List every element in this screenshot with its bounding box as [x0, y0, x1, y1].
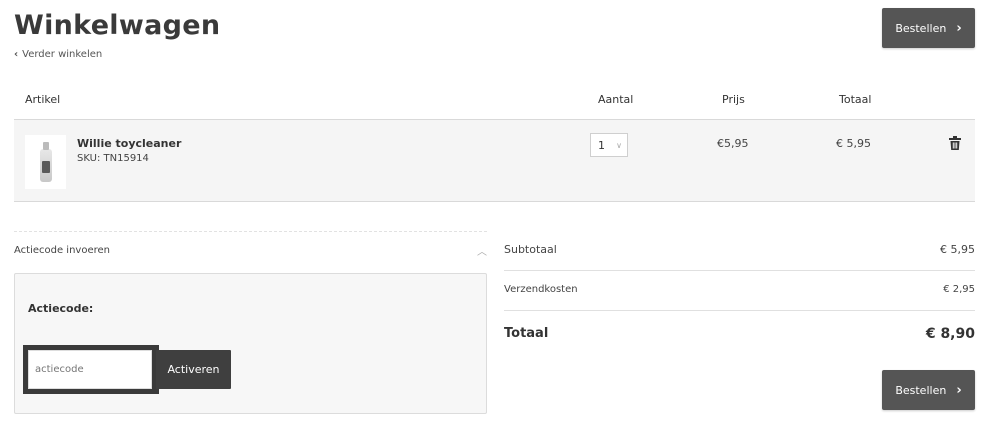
column-header-total: Totaal	[839, 93, 872, 106]
chevron-up-icon: ︿	[477, 247, 487, 258]
continue-shopping-label: Verder winkelen	[22, 49, 103, 60]
order-button-label: Bestellen	[895, 21, 947, 35]
total-row: Totaal € 8,90	[504, 311, 975, 351]
cart-table-header: Artikel Aantal Prijs Totaal	[14, 86, 975, 120]
trash-icon[interactable]	[949, 136, 961, 150]
chevron-right-icon: ›	[956, 20, 962, 36]
column-header-article: Artikel	[25, 93, 61, 106]
promo-input-highlight	[23, 345, 159, 394]
order-button-label: Bestellen	[895, 383, 947, 397]
promo-code-panel: Actiecode: Activeren	[14, 273, 487, 414]
total-value: € 8,90	[925, 326, 975, 342]
shipping-row: Verzendkosten € 2,95	[504, 271, 975, 311]
column-header-price: Prijs	[722, 93, 745, 106]
chevron-left-icon: ‹	[14, 49, 19, 60]
shipping-label: Verzendkosten	[504, 284, 578, 295]
shipping-value: € 2,95	[943, 284, 975, 295]
activate-button[interactable]: Activeren	[156, 350, 231, 389]
chevron-down-icon: ∨	[616, 140, 622, 150]
chevron-right-icon: ›	[956, 382, 962, 398]
promo-code-label: Actiecode:	[28, 302, 94, 315]
column-header-quantity: Aantal	[598, 93, 634, 106]
order-button-top[interactable]: Bestellen ›	[882, 8, 975, 48]
subtotal-label: Subtotaal	[504, 243, 557, 256]
order-button-bottom[interactable]: Bestellen ›	[882, 370, 975, 410]
product-image[interactable]	[25, 135, 66, 189]
continue-shopping-link[interactable]: ‹ Verder winkelen	[14, 49, 102, 60]
promo-code-input[interactable]	[28, 350, 152, 389]
product-name[interactable]: Willie toycleaner	[77, 137, 181, 150]
subtotal-value: € 5,95	[940, 243, 975, 256]
promo-code-toggle[interactable]: Actiecode invoeren ︿	[14, 231, 487, 269]
subtotal-row: Subtotaal € 5,95	[504, 231, 975, 271]
quantity-value: 1	[598, 138, 605, 152]
total-label: Totaal	[504, 326, 549, 341]
promo-code-toggle-label: Actiecode invoeren	[14, 245, 110, 256]
cart-item-row: Willie toycleaner SKU: TN15914 1 ∨ €5,95…	[14, 120, 975, 202]
product-sku: SKU: TN15914	[77, 153, 149, 164]
page-title: Winkelwagen	[14, 10, 221, 41]
item-price: €5,95	[717, 137, 749, 150]
quantity-select[interactable]: 1 ∨	[590, 133, 628, 157]
spray-bottle-icon	[39, 142, 52, 182]
item-total: € 5,95	[836, 137, 871, 150]
